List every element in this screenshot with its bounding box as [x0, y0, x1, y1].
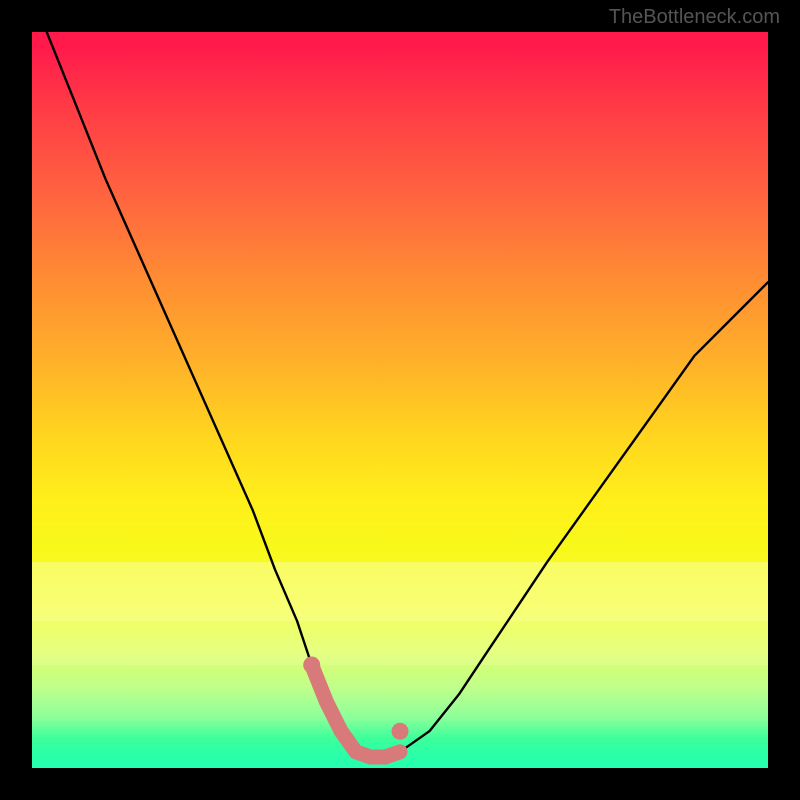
valley-dot — [392, 723, 409, 740]
bottleneck-curve — [47, 32, 768, 757]
attribution-label: TheBottleneck.com — [609, 6, 780, 29]
valley-dot — [303, 657, 320, 674]
curve-svg — [32, 32, 768, 768]
valley-highlight — [312, 665, 400, 757]
plot-area — [32, 32, 768, 768]
chart-frame: TheBottleneck.com — [0, 0, 800, 800]
